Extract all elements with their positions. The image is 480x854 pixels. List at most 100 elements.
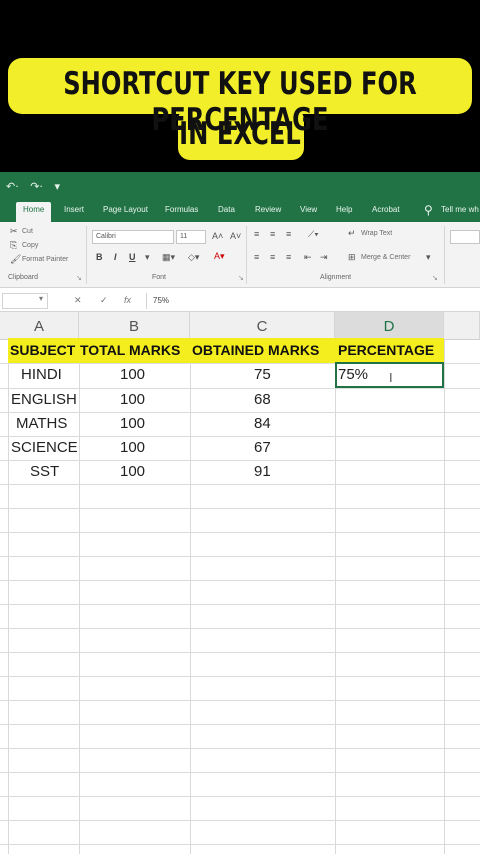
insert-function-icon[interactable]: fx <box>124 295 131 305</box>
cell-subject[interactable]: SCIENCE <box>11 439 78 456</box>
align-left-icon[interactable]: ≡ <box>254 252 259 262</box>
gridline <box>0 604 480 605</box>
tell-me-search[interactable]: Tell me wh <box>441 205 479 214</box>
tab-acrobat[interactable]: Acrobat <box>372 205 400 214</box>
cell-total[interactable]: 100 <box>120 366 145 383</box>
clipboard-launcher-icon[interactable]: ↘ <box>76 274 82 282</box>
lightbulb-icon[interactable]: ⚲ <box>424 203 433 217</box>
tab-formulas[interactable]: Formulas <box>165 205 198 214</box>
tab-insert[interactable]: Insert <box>64 205 84 214</box>
bold-button[interactable]: B <box>96 252 103 262</box>
tab-home[interactable]: Home <box>16 202 52 222</box>
alignment-group-label: Alignment <box>320 274 352 281</box>
underline-button[interactable]: U <box>129 252 136 262</box>
caption-line-2: IN EXCEL <box>179 116 301 152</box>
header-subject[interactable]: SUBJECT <box>10 342 75 358</box>
decrease-font-icon[interactable]: A˅ <box>230 231 241 241</box>
underline-dropdown-icon[interactable]: ▾ <box>145 252 150 263</box>
cell-total[interactable]: 100 <box>120 439 145 456</box>
separator <box>246 226 247 284</box>
column-header-e[interactable] <box>444 312 480 340</box>
orientation-icon[interactable]: ⟋▾ <box>308 229 319 240</box>
header-total-marks[interactable]: TOTAL MARKS <box>80 342 180 358</box>
separator <box>444 226 445 284</box>
align-top-icon[interactable]: ≡ <box>254 229 259 239</box>
wrap-text-button[interactable]: Wrap Text <box>361 230 392 237</box>
cut-button[interactable]: Cut <box>22 228 33 235</box>
borders-icon[interactable]: ▦▾ <box>162 252 175 263</box>
tab-review[interactable]: Review <box>255 205 281 214</box>
gridline <box>0 748 480 749</box>
cancel-icon[interactable]: ✕ <box>74 295 82 306</box>
cell-total[interactable]: 100 <box>120 415 145 432</box>
column-header-a[interactable]: A <box>0 312 79 340</box>
align-right-icon[interactable]: ≡ <box>286 252 291 262</box>
cell-obtained[interactable]: 67 <box>254 439 271 456</box>
align-center-icon[interactable]: ≡ <box>270 252 275 262</box>
ibeam-cursor-icon: I <box>389 370 393 385</box>
format-painter-button[interactable]: Format Painter <box>22 256 68 263</box>
alignment-launcher-icon[interactable]: ↘ <box>432 274 438 282</box>
merge-center-icon[interactable]: ⊞ <box>348 252 356 263</box>
gridline <box>335 340 336 854</box>
gridline <box>0 532 480 533</box>
enter-icon[interactable]: ✓ <box>100 295 108 306</box>
redo-icon[interactable]: ↷· <box>30 180 43 193</box>
active-cell-value[interactable]: 75% <box>338 366 368 383</box>
tab-help[interactable]: Help <box>336 205 352 214</box>
cell-obtained[interactable]: 84 <box>254 415 271 432</box>
customize-qat-icon[interactable]: ▾ <box>54 180 60 193</box>
screen: SHORTCUT KEY USED FOR PERCENTAGE IN EXCE… <box>0 0 480 854</box>
gridline <box>8 340 9 854</box>
copy-button[interactable]: Copy <box>22 242 38 249</box>
gridline <box>444 340 445 854</box>
gridline <box>0 724 480 725</box>
tab-data[interactable]: Data <box>218 205 235 214</box>
merge-center-button[interactable]: Merge & Center <box>361 254 410 261</box>
header-obtained-marks[interactable]: OBTAINED MARKS <box>192 342 319 358</box>
cell-total[interactable]: 100 <box>120 391 145 408</box>
gridline <box>0 820 480 821</box>
fill-color-icon[interactable]: ◇▾ <box>188 252 199 263</box>
cell-obtained[interactable]: 75 <box>254 366 271 383</box>
cell-subject[interactable]: HINDI <box>21 366 62 383</box>
column-header-b[interactable]: B <box>79 312 190 340</box>
align-middle-icon[interactable]: ≡ <box>270 229 275 239</box>
scissors-icon[interactable]: ✂ <box>10 226 18 237</box>
header-percentage[interactable]: PERCENTAGE <box>338 342 434 358</box>
font-color-icon[interactable]: A▾ <box>214 251 225 262</box>
quick-access-toolbar: ↶· ↷· ▾ <box>6 180 68 193</box>
undo-icon[interactable]: ↶· <box>6 180 19 193</box>
merge-dropdown-icon[interactable]: ▾ <box>426 252 431 263</box>
cell-subject[interactable]: SST <box>30 463 59 480</box>
cell-subject[interactable]: MATHS <box>16 415 67 432</box>
ribbon-tabs: Home Insert Page Layout Formulas Data Re… <box>0 200 480 222</box>
wrap-text-icon[interactable]: ↵ <box>348 228 356 239</box>
copy-icon[interactable]: ⎘ <box>10 240 17 251</box>
tab-page-layout[interactable]: Page Layout <box>103 205 148 214</box>
cell-total[interactable]: 100 <box>120 463 145 480</box>
cell-obtained[interactable]: 91 <box>254 463 271 480</box>
font-launcher-icon[interactable]: ↘ <box>238 274 244 282</box>
column-header-d[interactable]: D <box>335 312 444 340</box>
column-header-c[interactable]: C <box>190 312 335 340</box>
cell-subject[interactable]: ENGLISH <box>11 391 77 408</box>
worksheet-grid[interactable]: A B C D SUBJECT TOTAL MARKS OBTAINED MAR… <box>0 312 480 854</box>
excel-window: ↶· ↷· ▾ Home Insert Page Layout Formulas… <box>0 172 480 854</box>
format-painter-icon[interactable]: 🖌 <box>10 254 21 265</box>
gridline <box>0 700 480 701</box>
number-format-select[interactable] <box>450 230 480 244</box>
decrease-indent-icon[interactable]: ⇤ <box>304 252 312 263</box>
gridline <box>0 844 480 845</box>
name-box[interactable]: ▾ <box>2 293 48 309</box>
increase-font-icon[interactable]: A˄ <box>212 231 223 241</box>
align-bottom-icon[interactable]: ≡ <box>286 229 291 239</box>
formula-input[interactable]: 75% <box>146 293 480 309</box>
tab-view[interactable]: View <box>300 205 317 214</box>
increase-indent-icon[interactable]: ⇥ <box>320 252 328 263</box>
font-size-select[interactable]: 11 <box>176 230 206 244</box>
cell-obtained[interactable]: 68 <box>254 391 271 408</box>
font-name-select[interactable]: Calibri <box>92 230 174 244</box>
ribbon-panel: ✂ Cut ⎘ Copy 🖌 Format Painter Clipboard … <box>0 222 480 288</box>
italic-button[interactable]: I <box>114 252 117 262</box>
